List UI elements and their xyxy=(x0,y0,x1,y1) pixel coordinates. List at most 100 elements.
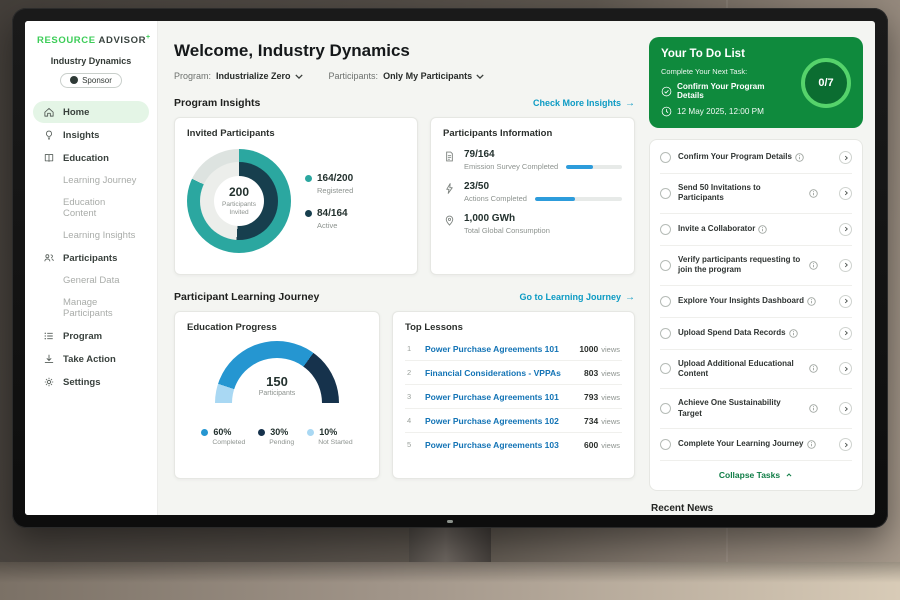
task-row[interactable]: Explore Your Insights Dashboard xyxy=(660,286,852,318)
clock-icon xyxy=(661,106,672,117)
task-checkbox[interactable] xyxy=(660,152,671,163)
scene: RESOURCE ADVISOR+ Industry Dynamics Spon… xyxy=(0,0,900,600)
sidebar-item-program[interactable]: Program xyxy=(33,325,149,347)
chevron-right-icon[interactable] xyxy=(839,402,852,415)
sidebar-item-label: General Data xyxy=(63,275,120,286)
info-icon[interactable] xyxy=(789,329,798,338)
chevron-right-icon[interactable] xyxy=(839,259,852,272)
task-row[interactable]: Upload Additional Educational Content xyxy=(660,350,852,390)
dashboard-screen: RESOURCE ADVISOR+ Industry Dynamics Spon… xyxy=(25,21,875,515)
lesson-link[interactable]: Power Purchase Agreements 102 xyxy=(425,416,576,426)
home-icon xyxy=(43,106,55,118)
legend-dot xyxy=(307,429,314,436)
info-icon[interactable] xyxy=(809,404,818,413)
page-title: Welcome, Industry Dynamics xyxy=(174,41,635,61)
sidebar-item-label: Learning Journey xyxy=(63,175,136,186)
participants-dropdown[interactable]: Only My Participants xyxy=(383,71,484,81)
education-progress-card: Education Progress 150 Participants xyxy=(174,311,380,479)
task-row[interactable]: Invite a Collaborator xyxy=(660,214,852,246)
desk xyxy=(0,562,900,600)
task-checkbox[interactable] xyxy=(660,260,671,271)
legend-not-started: 10% Not Started xyxy=(307,427,352,446)
todo-progress-value: 0/7 xyxy=(818,77,833,89)
task-checkbox[interactable] xyxy=(660,188,671,199)
chevron-right-icon[interactable] xyxy=(839,438,852,451)
chevron-down-icon xyxy=(476,74,484,79)
chevron-right-icon[interactable] xyxy=(839,223,852,236)
info-icon[interactable] xyxy=(758,225,767,234)
lesson-link[interactable]: Power Purchase Agreements 101 xyxy=(425,392,576,402)
sidebar-item-learning-journey[interactable]: Learning Journey xyxy=(33,170,149,191)
chevron-right-icon[interactable] xyxy=(839,295,852,308)
todo-next-task: Confirm Your Program Details xyxy=(677,82,789,100)
lesson-link[interactable]: Power Purchase Agreements 101 xyxy=(425,344,571,354)
sidebar-item-participants[interactable]: Participants xyxy=(33,247,149,269)
sidebar-item-home[interactable]: Home xyxy=(33,101,149,123)
task-checkbox[interactable] xyxy=(660,363,671,374)
power-led xyxy=(447,520,453,523)
info-icon[interactable] xyxy=(809,261,818,270)
actions-progress-bar xyxy=(535,197,622,201)
task-checkbox[interactable] xyxy=(660,224,671,235)
sidebar-item-general-data[interactable]: General Data xyxy=(33,270,149,291)
lesson-row[interactable]: 4 Power Purchase Agreements 102 734views xyxy=(405,409,622,433)
sidebar-item-education-content[interactable]: Education Content xyxy=(33,192,149,224)
top-lessons-card: Top Lessons 1 Power Purchase Agreements … xyxy=(392,311,635,479)
sponsor-badge[interactable]: Sponsor xyxy=(60,73,122,88)
task-row[interactable]: Achieve One Sustainability Target xyxy=(660,389,852,429)
top-lessons-title: Top Lessons xyxy=(405,322,622,333)
program-icon xyxy=(43,330,55,342)
chevron-right-icon[interactable] xyxy=(839,327,852,340)
sidebar-item-manage-participants[interactable]: Manage Participants xyxy=(33,292,149,324)
task-row[interactable]: Complete Your Learning Journey xyxy=(660,429,852,461)
lesson-row[interactable]: 3 Power Purchase Agreements 101 793views xyxy=(405,385,622,409)
lesson-row[interactable]: 5 Power Purchase Agreements 103 600views xyxy=(405,433,622,456)
lesson-link[interactable]: Financial Considerations - VPPAs xyxy=(425,368,576,378)
todo-summary-card: Your To Do List Complete Your Next Task:… xyxy=(649,37,863,128)
settings-icon xyxy=(43,376,55,388)
task-checkbox[interactable] xyxy=(660,403,671,414)
task-checkbox[interactable] xyxy=(660,439,671,450)
sidebar-item-take-action[interactable]: Take Action xyxy=(33,348,149,370)
chevron-right-icon[interactable] xyxy=(839,362,852,375)
sidebar-item-learning-insights[interactable]: Learning Insights xyxy=(33,225,149,246)
sidebar-item-insights[interactable]: Insights xyxy=(33,124,149,146)
chevron-right-icon[interactable] xyxy=(839,151,852,164)
program-dropdown[interactable]: Industrialize Zero xyxy=(216,71,303,81)
take-action-icon xyxy=(43,353,55,365)
sidebar-item-education[interactable]: Education xyxy=(33,147,149,169)
sidebar-nav: Home Insights Education Learning Journey xyxy=(25,101,157,393)
donut-center-label: Participants Invited xyxy=(218,201,260,217)
task-row[interactable]: Verify participants requesting to join t… xyxy=(660,246,852,286)
info-icon[interactable] xyxy=(795,153,804,162)
info-icon[interactable] xyxy=(807,297,816,306)
sidebar-item-label: Learning Insights xyxy=(63,230,135,241)
todo-progress-ring: 0/7 xyxy=(801,58,851,108)
info-icon[interactable] xyxy=(807,440,816,449)
lesson-link[interactable]: Power Purchase Agreements 103 xyxy=(425,440,576,450)
participants-filter: Participants: Only My Participants xyxy=(329,71,485,81)
sidebar-item-settings[interactable]: Settings xyxy=(33,371,149,393)
lesson-row[interactable]: 1 Power Purchase Agreements 101 1000view… xyxy=(405,337,622,361)
arrow-right-icon: → xyxy=(625,98,635,109)
go-to-learning-journey-link[interactable]: Go to Learning Journey → xyxy=(519,292,635,303)
program-filter-label: Program: xyxy=(174,71,211,81)
monitor-bezel: RESOURCE ADVISOR+ Industry Dynamics Spon… xyxy=(12,8,888,528)
info-icon[interactable] xyxy=(809,364,818,373)
check-more-insights-link[interactable]: Check More Insights → xyxy=(533,98,635,109)
main-content: Welcome, Industry Dynamics Program: Indu… xyxy=(158,21,649,515)
check-circle-icon xyxy=(661,86,672,97)
survey-icon xyxy=(443,150,456,163)
learning-journey-title: Participant Learning Journey xyxy=(174,291,319,303)
lesson-row[interactable]: 2 Financial Considerations - VPPAs 803vi… xyxy=(405,361,622,385)
task-checkbox[interactable] xyxy=(660,296,671,307)
chevron-right-icon[interactable] xyxy=(839,187,852,200)
task-row[interactable]: Send 50 Invitations to Participants xyxy=(660,174,852,214)
task-row[interactable]: Confirm Your Program Details xyxy=(660,142,852,174)
org-name: Industry Dynamics xyxy=(25,56,157,66)
task-row[interactable]: Upload Spend Data Records xyxy=(660,318,852,350)
info-icon[interactable] xyxy=(809,189,818,198)
collapse-tasks-button[interactable]: Collapse Tasks xyxy=(660,461,852,490)
brand-logo: RESOURCE ADVISOR+ xyxy=(25,21,157,46)
task-checkbox[interactable] xyxy=(660,328,671,339)
